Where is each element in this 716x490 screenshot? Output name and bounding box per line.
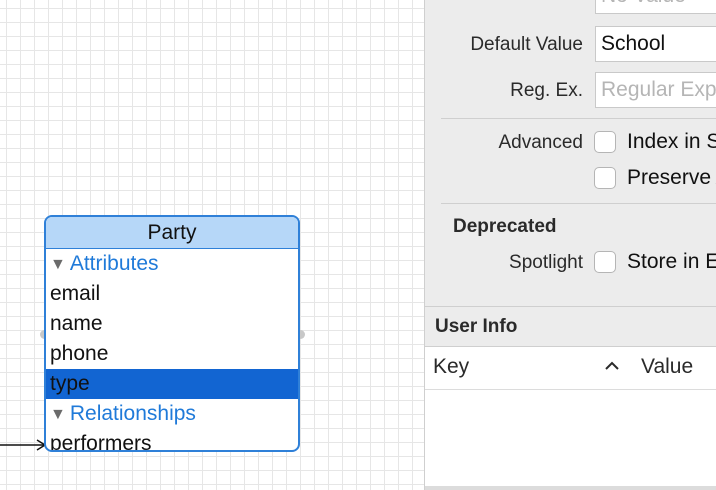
attributes-section-header[interactable]: ▼ Attributes	[46, 249, 298, 279]
user-info-table[interactable]: Key Value	[425, 346, 716, 486]
disclosure-triangle-icon[interactable]: ▼	[50, 400, 66, 430]
user-info-table-header: Key Value	[425, 347, 716, 390]
regex-label: Reg. Ex.	[510, 80, 583, 101]
separator	[441, 118, 716, 119]
attribute-inspector: No Value Default Value School Reg. Ex. R…	[424, 0, 716, 490]
relationships-header-label: Relationships	[69, 402, 196, 425]
attribute-row-type[interactable]: type	[46, 369, 298, 399]
default-value-label: Default Value	[470, 34, 583, 55]
preserve-checkbox[interactable]	[594, 167, 616, 189]
model-editor-canvas[interactable]: Party ▼ Attributes email name phone type …	[0, 0, 424, 490]
index-in-spotlight-checkbox[interactable]	[594, 131, 616, 153]
user-info-title: User Info	[435, 316, 518, 337]
store-in-external-checkbox[interactable]	[594, 251, 616, 273]
separator	[441, 203, 716, 204]
index-in-spotlight-label[interactable]: Index in Spotlight	[627, 130, 716, 154]
key-column-header[interactable]: Key	[433, 355, 469, 379]
user-info-header: User Info	[425, 306, 716, 346]
attribute-row-name[interactable]: name	[46, 309, 298, 339]
top-value-field[interactable]: No Value	[595, 0, 716, 14]
entity-party[interactable]: Party ▼ Attributes email name phone type …	[44, 215, 300, 452]
attributes-header-label: Attributes	[69, 252, 159, 275]
spotlight-label: Spotlight	[509, 252, 583, 273]
default-value-field[interactable]: School	[595, 26, 716, 62]
disclosure-triangle-icon[interactable]: ▼	[50, 250, 66, 280]
advanced-label: Advanced	[498, 132, 583, 153]
bottom-toolbar	[425, 486, 716, 490]
attribute-row-email[interactable]: email	[46, 279, 298, 309]
sort-ascending-icon[interactable]	[603, 359, 621, 373]
store-in-external-label[interactable]: Store in External Record File	[627, 250, 716, 274]
preserve-label[interactable]: Preserve After Deletion	[627, 166, 716, 190]
value-column-header[interactable]: Value	[641, 355, 693, 379]
attribute-row-phone[interactable]: phone	[46, 339, 298, 369]
regex-field[interactable]: Regular Expression	[595, 72, 716, 108]
relationship-arrow	[0, 439, 47, 451]
entity-title[interactable]: Party	[46, 217, 298, 249]
relationships-section-header[interactable]: ▼ Relationships	[46, 399, 298, 429]
deprecated-title: Deprecated	[453, 216, 557, 237]
relationship-row-performers[interactable]: performers	[46, 429, 298, 450]
